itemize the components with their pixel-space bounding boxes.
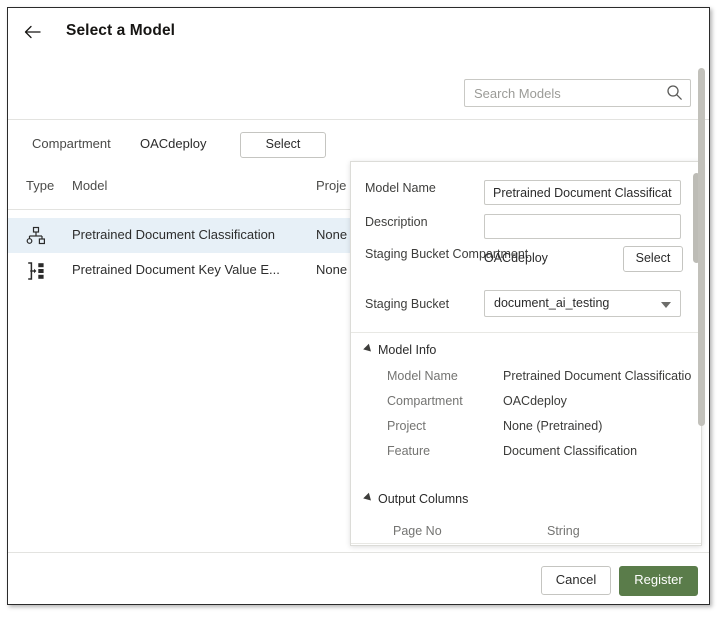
column-header-project: Proje <box>316 178 346 193</box>
compartment-select-button[interactable]: Select <box>240 132 326 158</box>
output-column-type: String <box>547 524 580 538</box>
info-value: OACdeploy <box>503 394 567 408</box>
model-info-row: Feature Document Classification <box>351 444 702 468</box>
compartment-value: OACdeploy <box>140 136 206 151</box>
staging-bucket-compartment-select-button[interactable]: Select <box>623 246 683 272</box>
hierarchy-icon <box>26 226 46 246</box>
output-columns-section-header[interactable]: Output Columns <box>365 492 468 506</box>
model-detail-scroll-area: Model Name Description Staging Bucket Co… <box>351 162 702 545</box>
staging-bucket-compartment-value: OACdeploy <box>484 251 548 265</box>
search-input[interactable] <box>464 79 691 107</box>
key-value-extraction-icon <box>26 261 46 281</box>
table-header-divider <box>8 209 356 210</box>
staging-bucket-label: Staging Bucket <box>365 296 449 312</box>
project-cell: None <box>316 227 347 242</box>
output-column-name: Page No <box>393 524 442 538</box>
dialog-scrollbar[interactable] <box>698 64 706 544</box>
back-arrow-icon[interactable] <box>20 21 46 47</box>
model-info-section-header[interactable]: Model Info <box>365 343 436 357</box>
chevron-down-icon <box>661 302 671 308</box>
register-button[interactable]: Register <box>619 566 698 596</box>
panel-bottom-divider <box>351 543 702 544</box>
info-value: Document Classification <box>503 444 637 458</box>
model-name-cell: Pretrained Document Classification <box>72 227 275 242</box>
compartment-bar: Compartment OACdeploy Select <box>8 132 348 158</box>
info-label: Project <box>387 419 426 433</box>
model-info-row: Model Name Pretrained Document Classific… <box>351 369 702 393</box>
dialog-footer: Cancel Register <box>8 553 709 604</box>
compartment-label: Compartment <box>32 136 111 151</box>
column-header-type: Type <box>26 178 54 193</box>
model-info-section-label: Model Info <box>378 343 436 357</box>
info-label: Feature <box>387 444 430 458</box>
model-name-input[interactable] <box>484 180 681 205</box>
table-row[interactable]: Pretrained Document Classification None <box>8 218 356 253</box>
table-row[interactable]: Pretrained Document Key Value E... None <box>8 253 356 288</box>
model-info-row: Project None (Pretrained) <box>351 419 702 443</box>
output-columns-section-label: Output Columns <box>378 492 468 506</box>
dialog-scrollbar-thumb[interactable] <box>698 68 705 426</box>
info-value: None (Pretrained) <box>503 419 602 433</box>
info-label: Compartment <box>387 394 463 408</box>
model-detail-panel: Model Name Description Staging Bucket Co… <box>350 161 702 546</box>
info-value: Pretrained Document Classificatio <box>503 369 691 383</box>
staging-bucket-dropdown[interactable]: document_ai_testing <box>484 290 681 317</box>
panel-divider <box>351 332 702 333</box>
model-info-row: Compartment OACdeploy <box>351 394 702 418</box>
description-label: Description <box>365 214 428 230</box>
dialog-header: Select a Model <box>8 8 709 59</box>
model-name-cell: Pretrained Document Key Value E... <box>72 262 280 277</box>
info-label: Model Name <box>387 369 458 383</box>
disclosure-triangle-icon[interactable] <box>363 344 374 355</box>
select-model-dialog: Select a Model Compartment OACdeploy Sel… <box>7 7 710 605</box>
disclosure-triangle-icon[interactable] <box>363 493 374 504</box>
staging-bucket-value: document_ai_testing <box>494 296 609 310</box>
project-cell: None <box>316 262 347 277</box>
cancel-button[interactable]: Cancel <box>541 566 611 595</box>
search-models-field[interactable] <box>464 79 691 107</box>
page-title: Select a Model <box>66 22 175 40</box>
header-divider <box>8 119 709 120</box>
model-name-label: Model Name <box>365 180 436 196</box>
column-header-model: Model <box>72 178 107 193</box>
description-input[interactable] <box>484 214 681 239</box>
